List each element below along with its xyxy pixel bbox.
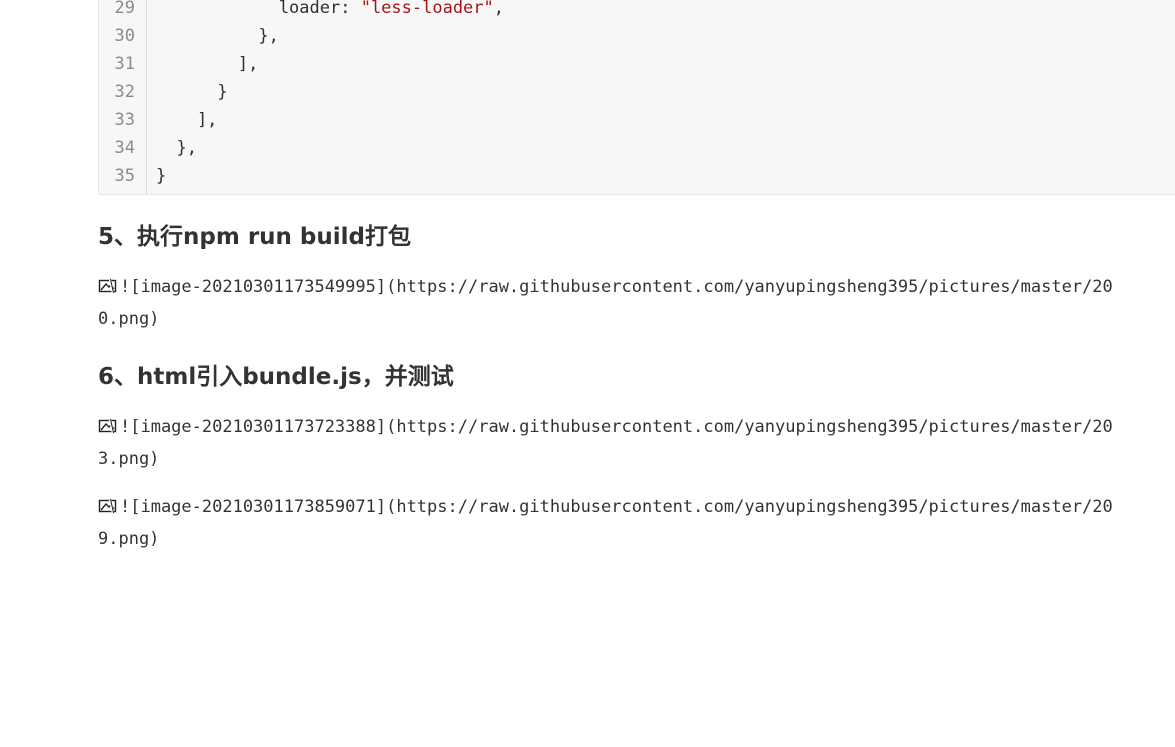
broken-image-link[interactable]: ![image-20210301173723388](https://raw.g… bbox=[98, 411, 1175, 475]
code-line: 35 } bbox=[99, 162, 1175, 190]
broken-image-icon bbox=[98, 418, 117, 434]
line-number: 34 bbox=[114, 138, 135, 158]
line-number: 33 bbox=[114, 110, 135, 130]
broken-image-link[interactable]: ![image-20210301173859071](https://raw.g… bbox=[98, 491, 1175, 555]
broken-image-link[interactable]: ![image-20210301173549995](https://raw.g… bbox=[98, 271, 1175, 335]
image-markdown-text: ![image-20210301173549995](https://raw.g… bbox=[120, 277, 1113, 297]
code-block: 29 loader: "less-loader", 30 }, 31 ], 32… bbox=[98, 0, 1175, 195]
markdown-document: 29 loader: "less-loader", 30 }, 31 ], 32… bbox=[0, 0, 1175, 747]
code-line: 31 ], bbox=[99, 50, 1175, 78]
image-markdown-text-continued: 3.png) bbox=[98, 449, 160, 469]
section-heading-step5: 5、执行npm run build打包 bbox=[98, 224, 411, 250]
image-markdown-text-continued: 0.png) bbox=[98, 309, 160, 329]
line-number: 32 bbox=[114, 82, 135, 102]
code-line: 33 ], bbox=[99, 106, 1175, 134]
code-line: 30 }, bbox=[99, 22, 1175, 50]
broken-image-icon bbox=[98, 278, 117, 294]
code-text: } bbox=[156, 166, 167, 186]
broken-image-icon bbox=[98, 498, 117, 514]
code-text: ], bbox=[156, 54, 259, 74]
code-text: } bbox=[156, 82, 228, 102]
image-markdown-text: ![image-20210301173859071](https://raw.g… bbox=[120, 497, 1113, 517]
code-text: }, bbox=[156, 26, 279, 46]
code-text: }, bbox=[156, 138, 197, 158]
code-line: 29 loader: "less-loader", bbox=[99, 0, 1175, 22]
line-number: 29 bbox=[114, 0, 135, 18]
line-number: 31 bbox=[114, 54, 135, 74]
image-markdown-text-continued: 9.png) bbox=[98, 529, 160, 549]
code-text: ], bbox=[156, 110, 218, 130]
code-text: loader: "less-loader", bbox=[156, 0, 505, 18]
section-heading-step6: 6、html引入bundle.js，并测试 bbox=[98, 364, 454, 390]
line-number: 35 bbox=[114, 166, 135, 186]
code-line: 34 }, bbox=[99, 134, 1175, 162]
image-markdown-text: ![image-20210301173723388](https://raw.g… bbox=[120, 417, 1113, 437]
code-line: 32 } bbox=[99, 78, 1175, 106]
line-number: 30 bbox=[114, 26, 135, 46]
